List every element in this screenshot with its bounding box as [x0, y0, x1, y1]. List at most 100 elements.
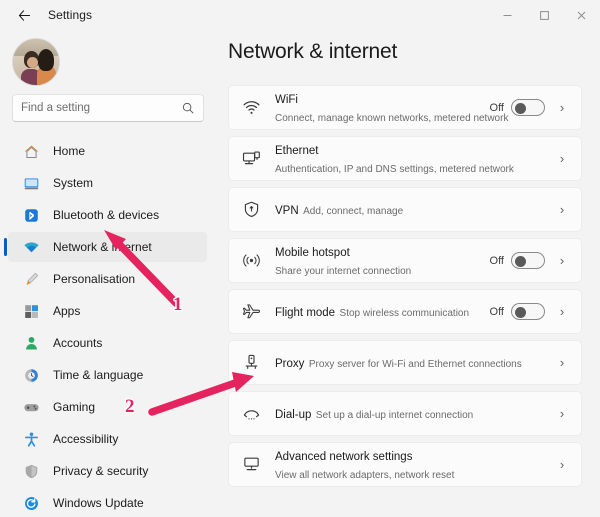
proxy-icon: [241, 353, 261, 373]
sidebar-item-system[interactable]: System: [8, 168, 207, 198]
chevron-right-icon[interactable]: ›: [551, 250, 573, 272]
vpn-shield-icon: [241, 200, 261, 220]
sidebar-item-accounts[interactable]: Accounts: [8, 328, 207, 358]
sidebar-item-label: Windows Update: [53, 496, 144, 510]
minimize-icon: [503, 14, 512, 16]
update-refresh-icon: [22, 494, 40, 512]
maximize-icon: [540, 10, 549, 20]
account-person-icon: [22, 334, 40, 352]
card-controls: ›: [545, 454, 573, 476]
sidebar: Home System: [0, 30, 215, 517]
back-button[interactable]: [8, 1, 40, 29]
system-monitor-icon: [22, 174, 40, 192]
sidebar-item-home[interactable]: Home: [8, 136, 207, 166]
paintbrush-icon: [22, 270, 40, 288]
close-button[interactable]: [563, 0, 600, 30]
title-bar: Settings: [0, 0, 600, 30]
card-proxy[interactable]: Proxy Proxy server for Wi-Fi and Etherne…: [228, 340, 582, 385]
sidebar-item-time-language[interactable]: Time & language: [8, 360, 207, 390]
card-dial-up[interactable]: Dial-up Set up a dial-up internet connec…: [228, 391, 582, 436]
chevron-right-icon[interactable]: ›: [551, 352, 573, 374]
hotspot-icon: [241, 251, 261, 271]
home-icon: [22, 142, 40, 160]
card-title: WiFi: [275, 93, 298, 106]
dialup-phone-icon: [241, 404, 261, 424]
sidebar-item-accessibility[interactable]: Accessibility: [8, 424, 207, 454]
card-text: Proxy Proxy server for Wi-Fi and Etherne…: [275, 354, 545, 372]
card-subtitle: View all network adapters, network reset: [275, 469, 455, 481]
toggle-state-label: Off: [489, 254, 504, 267]
card-vpn[interactable]: VPN Add, connect, manage ›: [228, 187, 582, 232]
apps-icon: [22, 302, 40, 320]
flight-mode-toggle[interactable]: [511, 303, 545, 320]
chevron-right-icon[interactable]: ›: [551, 97, 573, 119]
sidebar-item-label: Network & internet: [53, 240, 152, 254]
card-text: Advanced network settings View all netwo…: [275, 447, 545, 483]
card-title: Dial-up: [275, 408, 312, 421]
chevron-right-icon[interactable]: ›: [551, 454, 573, 476]
sidebar-item-windows-update[interactable]: Windows Update: [8, 488, 207, 517]
shield-icon: [22, 462, 40, 480]
back-arrow-icon: [18, 9, 30, 21]
wifi-icon: [22, 238, 40, 256]
card-advanced-network-settings[interactable]: Advanced network settings View all netwo…: [228, 442, 582, 487]
sidebar-item-label: Privacy & security: [53, 464, 149, 478]
card-text: Mobile hotspot Share your internet conne…: [275, 243, 490, 279]
wifi-toggle[interactable]: [511, 99, 545, 116]
card-text: Dial-up Set up a dial-up internet connec…: [275, 405, 545, 423]
avatar[interactable]: [12, 38, 60, 86]
card-controls: ›: [545, 403, 573, 425]
toggle-state-label: Off: [489, 305, 504, 318]
search-input[interactable]: [21, 102, 181, 114]
user-avatar-photo: [12, 38, 60, 86]
card-text: VPN Add, connect, manage: [275, 201, 545, 219]
sidebar-item-label: Bluetooth & devices: [53, 208, 160, 222]
sidebar-item-bluetooth-devices[interactable]: Bluetooth & devices: [8, 200, 207, 230]
annotation-number-2: 2: [125, 396, 135, 417]
sidebar-item-personalisation[interactable]: Personalisation: [8, 264, 207, 294]
airplane-icon: [241, 302, 261, 322]
window-controls: [489, 0, 600, 30]
card-subtitle: Connect, manage known networks, metered …: [275, 112, 509, 124]
card-controls: Off ›: [490, 250, 573, 272]
sidebar-item-label: System: [53, 176, 94, 190]
sidebar-item-label: Gaming: [53, 400, 96, 414]
sidebar-nav: Home System Bluetooth & devices Network …: [0, 134, 215, 517]
advanced-network-icon: [241, 455, 261, 475]
clock-globe-icon: [22, 366, 40, 384]
card-subtitle: Share your internet connection: [275, 265, 412, 277]
app-title: Settings: [48, 8, 93, 22]
search-box[interactable]: [12, 94, 204, 122]
card-controls: Off ›: [490, 301, 573, 323]
page-title: Network & internet: [228, 40, 398, 63]
card-flight-mode[interactable]: Flight mode Stop wireless communication …: [228, 289, 582, 334]
chevron-right-icon[interactable]: ›: [551, 301, 573, 323]
card-controls: ›: [545, 352, 573, 374]
sidebar-item-network-internet[interactable]: Network & internet: [4, 232, 207, 262]
card-ethernet[interactable]: Ethernet Authentication, IP and DNS sett…: [228, 136, 582, 181]
card-subtitle: Stop wireless communication: [339, 307, 470, 319]
mobile-hotspot-toggle[interactable]: [511, 252, 545, 269]
sidebar-item-privacy-security[interactable]: Privacy & security: [8, 456, 207, 486]
sidebar-item-label: Personalisation: [53, 272, 136, 286]
card-subtitle: Proxy server for Wi-Fi and Ethernet conn…: [308, 358, 522, 370]
sidebar-item-label: Accounts: [53, 336, 103, 350]
card-title: Ethernet: [275, 144, 319, 157]
card-wifi[interactable]: WiFi Connect, manage known networks, met…: [228, 85, 582, 130]
card-mobile-hotspot[interactable]: Mobile hotspot Share your internet conne…: [228, 238, 582, 283]
maximize-button[interactable]: [526, 0, 563, 30]
card-title: Mobile hotspot: [275, 246, 350, 259]
accessibility-icon: [22, 430, 40, 448]
card-text: Ethernet Authentication, IP and DNS sett…: [275, 141, 545, 177]
sidebar-item-gaming[interactable]: Gaming: [8, 392, 207, 422]
card-subtitle: Authentication, IP and DNS settings, met…: [275, 163, 514, 175]
chevron-right-icon[interactable]: ›: [551, 148, 573, 170]
card-title: Proxy: [275, 357, 305, 370]
sidebar-item-label: Accessibility: [53, 432, 119, 446]
chevron-right-icon[interactable]: ›: [551, 199, 573, 221]
settings-window: Settings Find a setting Home System Blue…: [0, 0, 600, 517]
chevron-right-icon[interactable]: ›: [551, 403, 573, 425]
settings-card-list: WiFi Connect, manage known networks, met…: [228, 85, 582, 493]
minimize-button[interactable]: [489, 0, 526, 30]
annotation-number-1: 1: [173, 294, 183, 315]
